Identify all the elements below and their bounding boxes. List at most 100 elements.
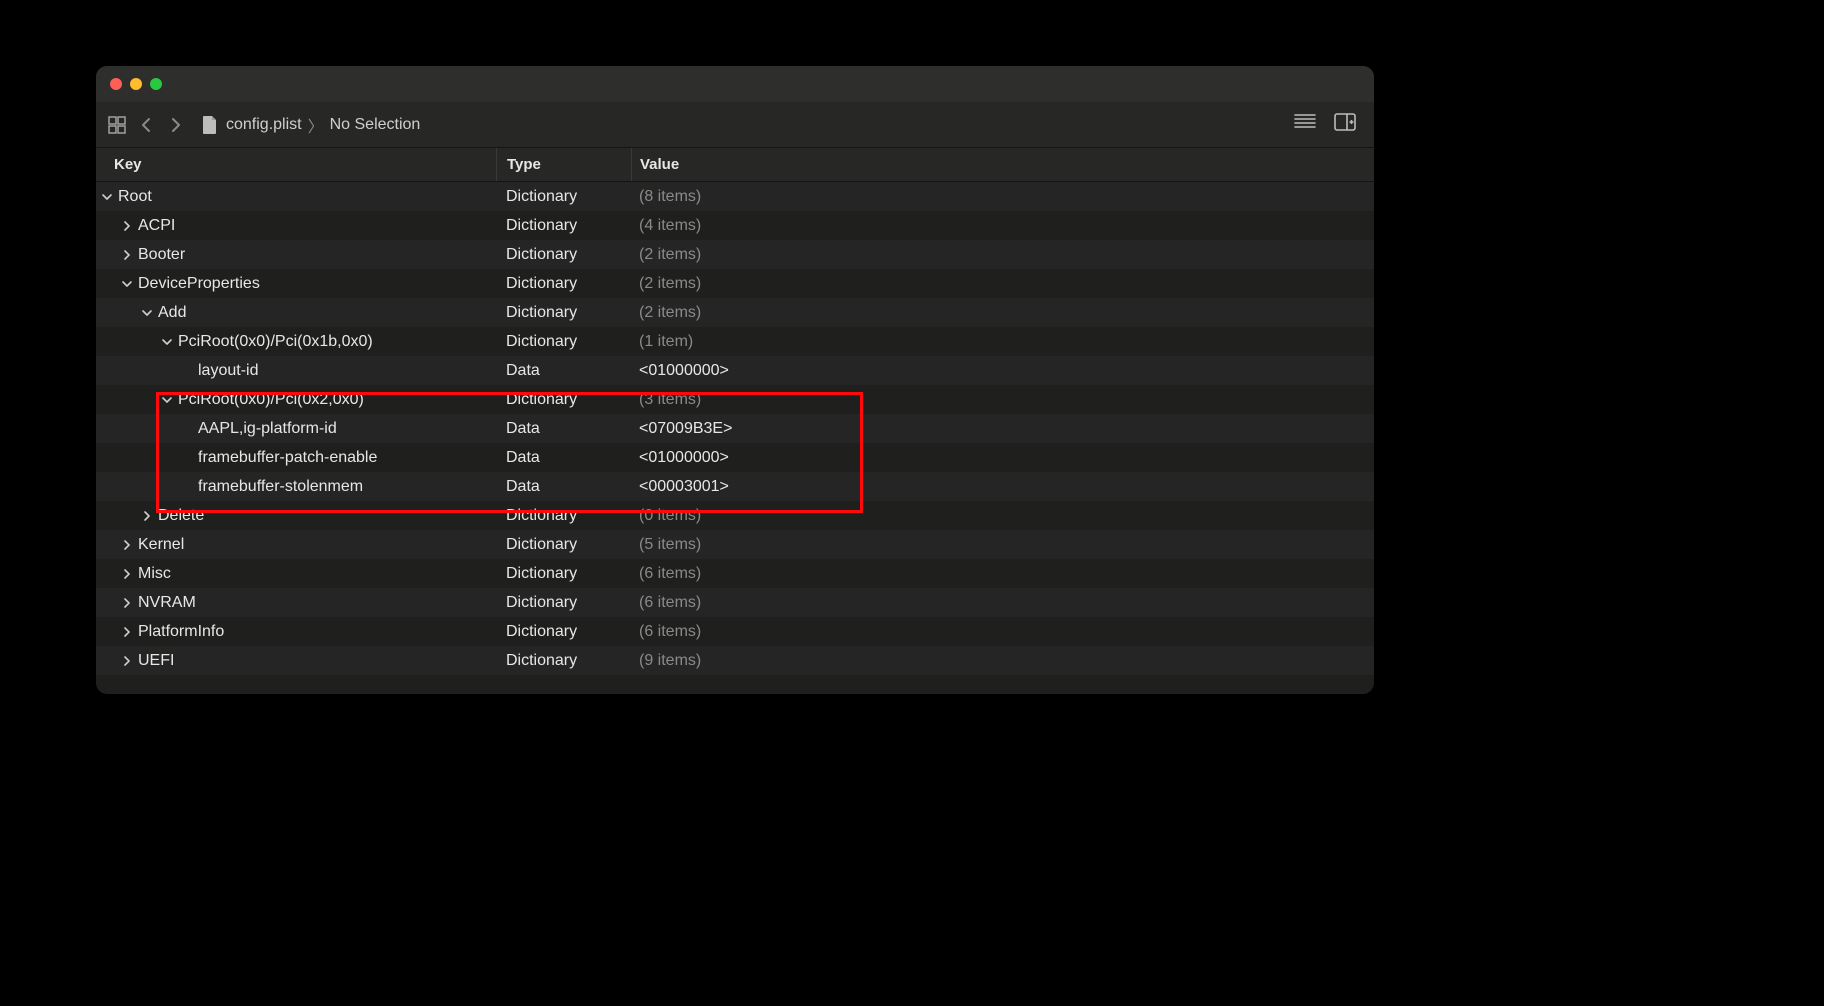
- row-key[interactable]: Misc: [138, 565, 171, 583]
- row-value[interactable]: (0 items): [639, 507, 701, 525]
- row-type[interactable]: Dictionary: [496, 304, 631, 322]
- row-type[interactable]: Dictionary: [496, 565, 631, 583]
- disclosure-right-icon[interactable]: [120, 248, 134, 262]
- row-type[interactable]: Data: [496, 362, 631, 380]
- table-row[interactable]: layout-id Data <01000000>: [96, 356, 1374, 385]
- row-value[interactable]: <01000000>: [639, 362, 729, 380]
- table-row[interactable]: NVRAM Dictionary (6 items): [96, 588, 1374, 617]
- row-value[interactable]: (2 items): [639, 246, 701, 264]
- plist-editor-window: config.plist 〉 No Selection Key Type Val…: [95, 65, 1375, 695]
- disclosure-down-icon[interactable]: [160, 335, 174, 349]
- disclosure-down-icon[interactable]: [100, 190, 114, 204]
- row-key[interactable]: PciRoot(0x0)/Pci(0x1b,0x0): [178, 333, 373, 351]
- disclosure-down-icon[interactable]: [160, 393, 174, 407]
- row-key[interactable]: framebuffer-stolenmem: [198, 478, 363, 496]
- disclosure-right-icon[interactable]: [140, 509, 154, 523]
- disclosure-right-icon[interactable]: [120, 219, 134, 233]
- breadcrumb-selection[interactable]: No Selection: [330, 116, 421, 134]
- row-key[interactable]: Delete: [158, 507, 204, 525]
- row-value[interactable]: (4 items): [639, 217, 701, 235]
- table-row[interactable]: Root Dictionary (8 items): [96, 182, 1374, 211]
- back-button[interactable]: [140, 116, 152, 134]
- row-key[interactable]: NVRAM: [138, 594, 196, 612]
- row-value[interactable]: (1 item): [639, 333, 693, 351]
- row-key[interactable]: Add: [158, 304, 186, 322]
- row-type[interactable]: Dictionary: [496, 594, 631, 612]
- table-row[interactable]: ACPI Dictionary (4 items): [96, 211, 1374, 240]
- table-row[interactable]: Booter Dictionary (2 items): [96, 240, 1374, 269]
- row-value[interactable]: (6 items): [639, 594, 701, 612]
- row-key[interactable]: Root: [118, 188, 152, 206]
- row-type[interactable]: Dictionary: [496, 652, 631, 670]
- row-key[interactable]: PlatformInfo: [138, 623, 224, 641]
- row-key[interactable]: ACPI: [138, 217, 175, 235]
- row-value[interactable]: <00003001>: [639, 478, 729, 496]
- row-type[interactable]: Dictionary: [496, 623, 631, 641]
- row-key[interactable]: layout-id: [198, 362, 258, 380]
- row-type[interactable]: Dictionary: [496, 507, 631, 525]
- row-type[interactable]: Dictionary: [496, 275, 631, 293]
- toolbar: config.plist 〉 No Selection: [96, 102, 1374, 148]
- disclosure-right-icon[interactable]: [120, 654, 134, 668]
- row-type[interactable]: Dictionary: [496, 188, 631, 206]
- row-value[interactable]: <01000000>: [639, 449, 729, 467]
- row-value[interactable]: (9 items): [639, 652, 701, 670]
- grid-icon[interactable]: [108, 116, 126, 134]
- breadcrumb-file[interactable]: config.plist: [226, 116, 302, 134]
- row-value[interactable]: (2 items): [639, 275, 701, 293]
- disclosure-none: [180, 480, 194, 494]
- header-type[interactable]: Type: [496, 148, 631, 181]
- table-row[interactable]: Kernel Dictionary (5 items): [96, 530, 1374, 559]
- disclosure-down-icon[interactable]: [120, 277, 134, 291]
- header-key[interactable]: Key: [96, 156, 496, 173]
- disclosure-right-icon[interactable]: [120, 538, 134, 552]
- table-row[interactable]: AAPL,ig-platform-id Data <07009B3E>: [96, 414, 1374, 443]
- row-value[interactable]: (3 items): [639, 391, 701, 409]
- table-row[interactable]: DeviceProperties Dictionary (2 items): [96, 269, 1374, 298]
- row-type[interactable]: Data: [496, 478, 631, 496]
- row-key[interactable]: UEFI: [138, 652, 174, 670]
- titlebar[interactable]: [96, 66, 1374, 102]
- row-type[interactable]: Dictionary: [496, 333, 631, 351]
- row-value[interactable]: (6 items): [639, 623, 701, 641]
- row-key[interactable]: framebuffer-patch-enable: [198, 449, 377, 467]
- table-row[interactable]: Misc Dictionary (6 items): [96, 559, 1374, 588]
- table-row[interactable]: Delete Dictionary (0 items): [96, 501, 1374, 530]
- zoom-button[interactable]: [150, 78, 162, 90]
- add-panel-icon[interactable]: [1334, 113, 1356, 136]
- disclosure-right-icon[interactable]: [120, 625, 134, 639]
- row-value[interactable]: <07009B3E>: [639, 420, 732, 438]
- row-type[interactable]: Dictionary: [496, 391, 631, 409]
- disclosure-right-icon[interactable]: [120, 567, 134, 581]
- row-key[interactable]: DeviceProperties: [138, 275, 260, 293]
- row-key[interactable]: Booter: [138, 246, 185, 264]
- row-value[interactable]: (8 items): [639, 188, 701, 206]
- table-row[interactable]: PciRoot(0x0)/Pci(0x1b,0x0) Dictionary (1 i…: [96, 327, 1374, 356]
- table-row[interactable]: PlatformInfo Dictionary (6 items): [96, 617, 1374, 646]
- row-value[interactable]: (6 items): [639, 565, 701, 583]
- row-type[interactable]: Dictionary: [496, 217, 631, 235]
- forward-button[interactable]: [170, 116, 182, 134]
- table-row[interactable]: UEFI Dictionary (9 items): [96, 646, 1374, 675]
- row-key[interactable]: AAPL,ig-platform-id: [198, 420, 337, 438]
- row-type[interactable]: Dictionary: [496, 536, 631, 554]
- breadcrumb[interactable]: config.plist 〉 No Selection: [226, 113, 420, 137]
- plist-tree[interactable]: Root Dictionary (8 items) ACPI Dictionary (4 …: [96, 182, 1374, 675]
- row-type[interactable]: Data: [496, 449, 631, 467]
- table-row[interactable]: Add Dictionary (2 items): [96, 298, 1374, 327]
- row-value[interactable]: (5 items): [639, 536, 701, 554]
- row-type[interactable]: Data: [496, 420, 631, 438]
- disclosure-right-icon[interactable]: [120, 596, 134, 610]
- table-row[interactable]: framebuffer-patch-enable Data <01000000>: [96, 443, 1374, 472]
- row-value[interactable]: (2 items): [639, 304, 701, 322]
- row-key[interactable]: PciRoot(0x0)/Pci(0x2,0x0): [178, 391, 364, 409]
- table-row[interactable]: framebuffer-stolenmem Data <00003001>: [96, 472, 1374, 501]
- header-value[interactable]: Value: [631, 148, 1374, 181]
- row-type[interactable]: Dictionary: [496, 246, 631, 264]
- disclosure-down-icon[interactable]: [140, 306, 154, 320]
- close-button[interactable]: [110, 78, 122, 90]
- lines-icon[interactable]: [1294, 113, 1316, 136]
- row-key[interactable]: Kernel: [138, 536, 184, 554]
- table-row[interactable]: PciRoot(0x0)/Pci(0x2,0x0) Dictionary (3 it…: [96, 385, 1374, 414]
- minimize-button[interactable]: [130, 78, 142, 90]
